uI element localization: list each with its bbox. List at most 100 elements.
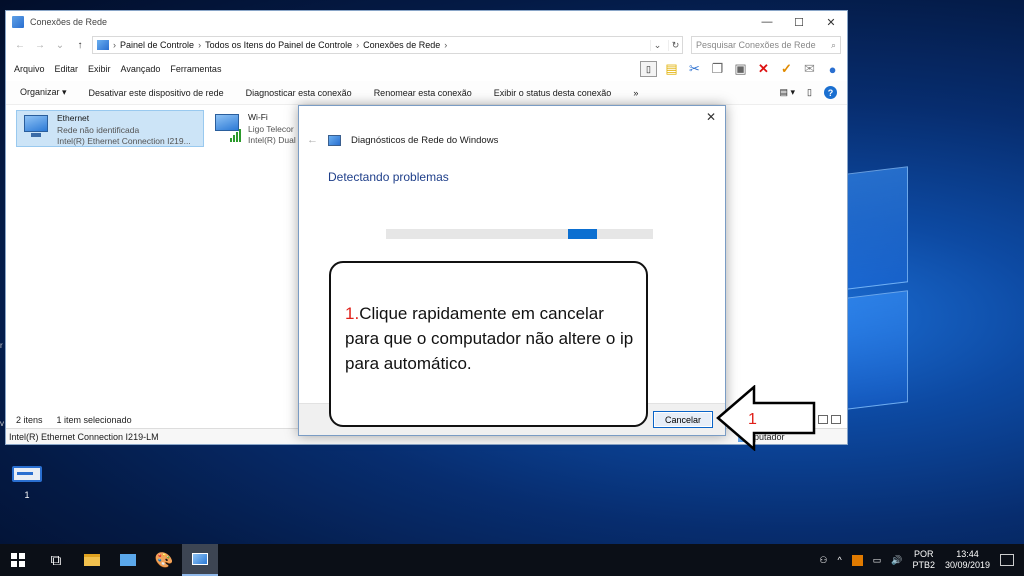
help-icon[interactable]: ? — [824, 86, 837, 99]
item-count: 2 itens — [16, 415, 43, 425]
network-adapter-icon — [12, 466, 42, 482]
progress-fill — [567, 229, 597, 239]
progress-bar — [386, 229, 653, 239]
list-item-ethernet[interactable]: Ethernet Rede não identificada Intel(R) … — [16, 110, 204, 147]
taskbar: ⧉ 🎨 ⚇ ^ ▭ 🔊 POR PTB2 13:44 30/09/2019 — [0, 544, 1024, 576]
people-icon[interactable]: ⚇ — [819, 555, 827, 566]
language-indicator[interactable]: POR PTB2 — [912, 549, 935, 571]
paint-icon: 🎨 — [154, 552, 174, 569]
volume-icon[interactable]: 🔊 — [891, 555, 902, 566]
breadcrumb-item[interactable]: Conexões de Rede — [363, 40, 440, 50]
file-explorer-taskbar[interactable] — [74, 544, 110, 576]
search-input[interactable]: Pesquisar Conexões de Rede ⌕ — [691, 36, 841, 54]
minimize-button[interactable]: — — [751, 11, 783, 33]
recent-dropdown-icon[interactable]: ⌄ — [52, 40, 68, 51]
paste-icon[interactable]: ▣ — [732, 61, 749, 77]
window-title: Conexões de Rede — [30, 17, 108, 27]
disable-device-button[interactable]: Desativar este dispositivo de rede — [89, 88, 224, 98]
control-panel-icon — [120, 554, 136, 566]
up-icon[interactable]: ↑ — [72, 40, 88, 51]
ethernet-icon — [21, 113, 51, 143]
refresh-icon[interactable]: ↻ — [668, 39, 682, 51]
diagnostics-icon — [192, 553, 208, 565]
maximize-button[interactable]: ☐ — [783, 11, 815, 33]
chevron-up-icon[interactable]: ^ — [837, 555, 841, 565]
search-placeholder: Pesquisar Conexões de Rede — [696, 40, 816, 50]
cut-icon[interactable]: ✂ — [686, 61, 703, 77]
close-button[interactable]: ✕ — [815, 11, 847, 33]
check-icon[interactable]: ✓ — [778, 61, 795, 77]
toolbar-icons: ▯ ▤ ✂ ❐ ▣ ✕ ✓ ✉ ● — [640, 61, 847, 77]
forward-icon[interactable]: → — [32, 40, 48, 51]
details-view-icon[interactable] — [818, 415, 828, 424]
desktop-icon[interactable]: 1 — [8, 466, 46, 500]
callout-number: 1. — [345, 304, 360, 323]
arrow-pointer-icon — [716, 385, 816, 451]
cancel-button[interactable]: Cancelar — [653, 411, 713, 428]
clock[interactable]: 13:44 30/09/2019 — [945, 549, 990, 571]
tiles-view-icon[interactable] — [831, 415, 841, 424]
menu-arquivo[interactable]: Arquivo — [14, 64, 45, 74]
desktop-edge-text: r — [0, 341, 3, 350]
wifi-icon — [212, 112, 242, 142]
callout-text: Clique rapidamente em cancelar para que … — [345, 304, 634, 373]
change-view-icon[interactable]: ▤ ▾ — [780, 87, 796, 98]
close-icon[interactable]: ✕ — [703, 110, 719, 126]
more-commands-button[interactable]: » — [633, 88, 638, 98]
item-device: Intel(R) Dual — [248, 135, 296, 145]
back-icon[interactable]: ← — [307, 134, 318, 146]
windows-logo-wallpaper — [846, 160, 912, 412]
desktop-icon-label: 1 — [24, 490, 30, 500]
item-name: Ethernet — [57, 113, 90, 123]
dialog-heading: Detectando problemas — [328, 170, 449, 184]
breadcrumb-item[interactable]: Todos os Itens do Painel de Controle — [205, 40, 352, 50]
breadcrumb-item[interactable]: Painel de Controle — [120, 40, 194, 50]
dialog-header: ← Diagnósticos de Rede do Windows — [307, 134, 498, 146]
desktop-edge-text: v — [0, 419, 4, 428]
copy-icon[interactable]: ❐ — [709, 61, 726, 77]
preview-pane-icon[interactable]: ▯ — [640, 61, 657, 77]
globe-icon[interactable]: ● — [824, 61, 841, 77]
menu-ferramentas[interactable]: Ferramentas — [170, 64, 221, 74]
control-panel-taskbar[interactable] — [110, 544, 146, 576]
rename-button[interactable]: Renomear esta conexão — [374, 88, 472, 98]
menu-bar: Arquivo Editar Exibir Avançado Ferrament… — [6, 57, 847, 81]
address-bar[interactable]: › Painel de Controle › Todos os Itens do… — [92, 36, 683, 54]
item-device: Intel(R) Ethernet Connection I219... — [57, 136, 191, 146]
item-status: Rede não identificada — [57, 124, 140, 135]
back-icon[interactable]: ← — [12, 40, 28, 51]
view-toggle — [818, 415, 841, 424]
organize-button[interactable]: Organizar ▾ — [20, 87, 67, 98]
details-text: Intel(R) Ethernet Connection I219-LM — [9, 431, 159, 442]
selected-count: 1 item selecionado — [56, 415, 132, 425]
menu-editar[interactable]: Editar — [55, 64, 79, 74]
task-view-icon[interactable]: ⧉ — [38, 544, 74, 576]
paint-taskbar[interactable]: 🎨 — [146, 544, 182, 576]
start-button[interactable] — [0, 544, 36, 576]
diagnostics-icon — [328, 134, 341, 146]
system-tray: ⚇ ^ ▭ 🔊 POR PTB2 13:44 30/09/2019 — [819, 549, 1024, 571]
chevron-down-icon[interactable]: ⌄ — [650, 39, 664, 51]
address-row: ← → ⌄ ↑ › Painel de Controle › Todos os … — [6, 33, 847, 57]
preview-pane-toggle-icon[interactable]: ▯ — [807, 87, 812, 98]
app-tray-icon[interactable] — [851, 554, 863, 566]
list-item-wifi[interactable]: Wi-Fi Ligo Telecor Intel(R) Dual — [208, 110, 300, 147]
item-status: Ligo Telecor — [248, 123, 294, 134]
delete-icon[interactable]: ✕ — [755, 61, 772, 77]
item-name: Wi-Fi — [248, 112, 268, 122]
instruction-callout: 1.Clique rapidamente em cancelar para qu… — [329, 261, 648, 427]
windows-start-icon — [11, 553, 25, 567]
view-status-button[interactable]: Exibir o status desta conexão — [494, 88, 612, 98]
menu-avancado[interactable]: Avançado — [121, 64, 161, 74]
notes-icon[interactable]: ▤ — [663, 61, 680, 77]
dialog-title: Diagnósticos de Rede do Windows — [351, 134, 499, 146]
title-bar[interactable]: Conexões de Rede — ☐ ✕ — [6, 11, 847, 33]
mail-icon[interactable]: ✉ — [801, 61, 818, 77]
network-diagnostics-taskbar[interactable] — [182, 544, 218, 576]
network-connections-icon — [12, 16, 24, 28]
network-tray-icon[interactable]: ▭ — [873, 555, 882, 566]
diagnose-button[interactable]: Diagnosticar esta conexão — [246, 88, 352, 98]
menu-exibir[interactable]: Exibir — [88, 64, 111, 74]
notifications-icon[interactable] — [1000, 554, 1014, 566]
folder-icon — [84, 554, 100, 566]
